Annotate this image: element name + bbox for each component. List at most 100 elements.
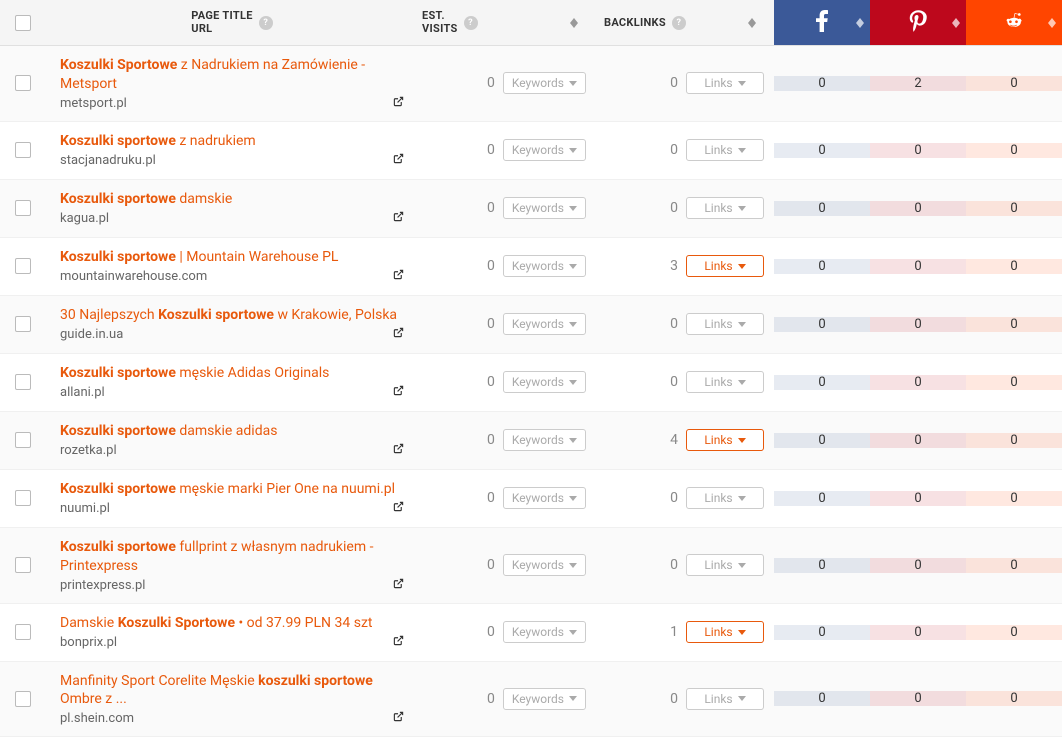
keywords-button[interactable]: Keywords: [503, 72, 586, 94]
external-link-icon[interactable]: [393, 96, 404, 111]
external-link-icon[interactable]: [393, 211, 404, 226]
links-button[interactable]: Links: [686, 688, 764, 710]
external-link-icon[interactable]: [393, 711, 404, 726]
keywords-button[interactable]: Keywords: [503, 621, 586, 643]
row-checkbox[interactable]: [15, 432, 31, 448]
external-link-icon[interactable]: [393, 443, 404, 458]
header-facebook[interactable]: [774, 0, 870, 45]
links-button[interactable]: Links: [686, 139, 764, 161]
page-title-link[interactable]: Koszulki Sportowe z Nadrukiem na Zamówie…: [60, 56, 404, 94]
keywords-button[interactable]: Keywords: [503, 139, 586, 161]
title-post: męskie marki Pier One na nuumi.pl: [176, 481, 395, 497]
title-highlight: Koszulki sportowe: [60, 365, 176, 381]
external-link-icon[interactable]: [393, 578, 404, 593]
links-button[interactable]: Links: [686, 72, 764, 94]
keywords-button[interactable]: Keywords: [503, 371, 586, 393]
visits-cell: 0 Keywords: [414, 139, 596, 161]
row-checkbox[interactable]: [15, 374, 31, 390]
external-link-icon[interactable]: [393, 327, 404, 342]
facebook-value: 0: [774, 625, 870, 640]
row-checkbox[interactable]: [15, 490, 31, 506]
external-link-icon[interactable]: [393, 153, 404, 168]
keywords-button[interactable]: Keywords: [503, 197, 586, 219]
help-icon[interactable]: ?: [672, 16, 686, 30]
header-backlinks[interactable]: BACKLINKS ?: [596, 0, 774, 45]
header-checkbox-cell: [0, 0, 46, 45]
keywords-button[interactable]: Keywords: [503, 688, 586, 710]
external-link-icon[interactable]: [393, 635, 404, 650]
external-link-icon[interactable]: [393, 269, 404, 284]
visits-value: 0: [479, 142, 495, 158]
row-checkbox[interactable]: [15, 316, 31, 332]
keywords-button[interactable]: Keywords: [503, 255, 586, 277]
visits-cell: 0Keywords: [414, 554, 596, 576]
sort-arrows-icon[interactable]: [856, 18, 864, 28]
backlinks-value: 4: [662, 432, 678, 448]
backlinks-value: 0: [662, 374, 678, 390]
reddit-value: 0: [966, 375, 1062, 390]
row-checkbox[interactable]: [15, 691, 31, 707]
links-button[interactable]: Links: [686, 621, 764, 643]
page-title-link[interactable]: Damskie Koszulki Sportowe • od 37.99 PLN…: [60, 614, 404, 633]
page-title-cell: Koszulki Sportowe z Nadrukiem na Zamówie…: [46, 46, 414, 121]
title-highlight: Koszulki sportowe: [60, 191, 176, 207]
row-checkbox[interactable]: [15, 624, 31, 640]
sort-arrows-icon[interactable]: [952, 18, 960, 28]
row-checkbox[interactable]: [15, 557, 31, 573]
page-title-link[interactable]: Koszulki sportowe | Mountain Warehouse P…: [60, 248, 404, 267]
select-all-checkbox[interactable]: [15, 15, 31, 31]
links-button[interactable]: Links: [686, 429, 764, 451]
external-link-icon[interactable]: [393, 385, 404, 400]
external-link-icon[interactable]: [393, 501, 404, 516]
keywords-button[interactable]: Keywords: [503, 429, 586, 451]
url-text: allani.pl: [60, 385, 105, 400]
sort-arrows-icon[interactable]: [748, 18, 756, 28]
pinterest-value: 0: [870, 201, 966, 216]
sort-arrows-icon[interactable]: [1048, 18, 1056, 28]
backlinks-value: 1: [662, 624, 678, 640]
backlinks-value: 0: [662, 557, 678, 573]
row-checkbox[interactable]: [15, 142, 31, 158]
page-title-link[interactable]: Koszulki sportowe fullprint z własnym na…: [60, 538, 404, 576]
links-button[interactable]: Links: [686, 371, 764, 393]
row-checkbox[interactable]: [15, 258, 31, 274]
header-est-label-2: VISITS: [422, 23, 458, 35]
pinterest-value: 0: [870, 558, 966, 573]
backlinks-cell: 0Links: [596, 72, 774, 94]
row-checkbox-cell: [0, 490, 46, 506]
visits-cell: 0Keywords: [414, 255, 596, 277]
header-reddit[interactable]: [966, 0, 1062, 45]
links-button[interactable]: Links: [686, 313, 764, 335]
header-page-title[interactable]: PAGE TITLE URL ?: [46, 0, 414, 45]
page-title-link[interactable]: Koszulki sportowe męskie Adidas Original…: [60, 364, 404, 383]
results-table: PAGE TITLE URL ? EST. VISITS ? BACKLINKS…: [0, 0, 1062, 737]
pinterest-icon: [909, 10, 927, 36]
header-pinterest[interactable]: [870, 0, 966, 45]
page-title-link[interactable]: Koszulki sportowe z nadrukiem: [60, 132, 404, 151]
title-post: z nadrukiem: [176, 133, 256, 149]
links-button[interactable]: Links: [686, 487, 764, 509]
page-title-link[interactable]: Koszulki sportowe damskie adidas: [60, 422, 404, 441]
links-button[interactable]: Links: [686, 197, 764, 219]
backlinks-value: 0: [662, 490, 678, 506]
title-highlight: Koszulki sportowe: [60, 133, 176, 149]
pinterest-value: 0: [870, 143, 966, 158]
keywords-button[interactable]: Keywords: [503, 313, 586, 335]
header-est-visits[interactable]: EST. VISITS ?: [414, 0, 596, 45]
keywords-button[interactable]: Keywords: [503, 487, 586, 509]
help-icon[interactable]: ?: [259, 16, 273, 30]
page-title-link[interactable]: Manfinity Sport Corelite Męskie koszulki…: [60, 672, 404, 710]
sort-arrows-icon[interactable]: [570, 18, 578, 28]
row-checkbox[interactable]: [15, 200, 31, 216]
links-button[interactable]: Links: [686, 554, 764, 576]
page-title-link[interactable]: 30 Najlepszych Koszulki sportowe w Krako…: [60, 306, 404, 325]
help-icon[interactable]: ?: [464, 16, 478, 30]
keywords-button[interactable]: Keywords: [503, 554, 586, 576]
visits-cell: 0Keywords: [414, 72, 596, 94]
page-title-link[interactable]: Koszulki sportowe męskie marki Pier One …: [60, 480, 404, 499]
row-checkbox[interactable]: [15, 75, 31, 91]
reddit-icon: [1003, 11, 1025, 35]
table-row: Koszulki sportowe | Mountain Warehouse P…: [0, 238, 1062, 296]
links-button[interactable]: Links: [686, 255, 764, 277]
page-title-link[interactable]: Koszulki sportowe damskie: [60, 190, 404, 209]
